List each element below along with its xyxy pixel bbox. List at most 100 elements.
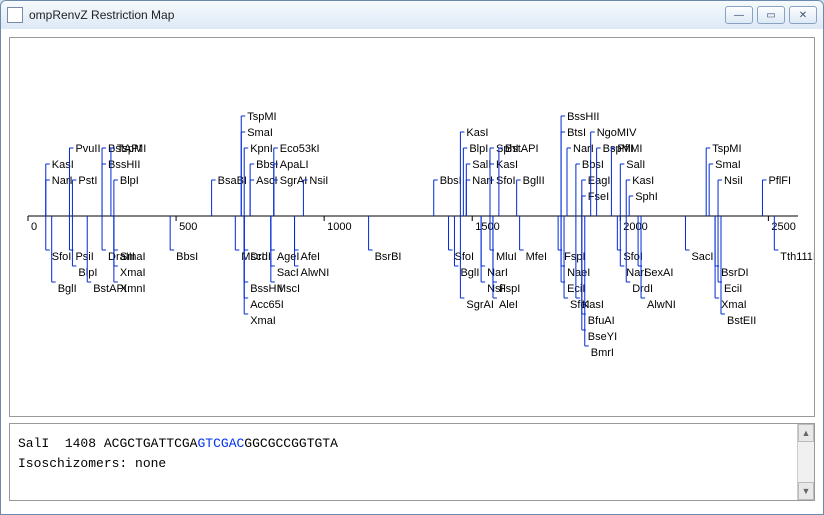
svg-text:XmaI: XmaI xyxy=(721,299,747,311)
svg-text:BsaBI: BsaBI xyxy=(218,175,247,187)
restriction-map-panel[interactable]: 05001000150020002500KasINarIPvuIIPstIBst… xyxy=(9,37,815,417)
info-text: SalI 1408 ACGCTGATTCGAGTCGACGGCGCCGGTGTA… xyxy=(10,424,797,500)
svg-text:SexAI: SexAI xyxy=(644,267,673,279)
svg-text:XmnI: XmnI xyxy=(120,283,146,295)
svg-text:DrdI: DrdI xyxy=(632,283,653,295)
svg-text:BseYI: BseYI xyxy=(588,331,617,343)
svg-text:SgrAI: SgrAI xyxy=(466,299,494,311)
svg-text:PflFI: PflFI xyxy=(768,175,791,187)
svg-text:BssHII: BssHII xyxy=(567,111,599,123)
svg-text:KasI: KasI xyxy=(466,127,488,139)
svg-text:500: 500 xyxy=(179,221,197,233)
scroll-down-icon[interactable]: ▼ xyxy=(798,482,814,500)
svg-text:DrdI: DrdI xyxy=(250,251,271,263)
iso-value: none xyxy=(135,456,166,471)
svg-text:SacII: SacII xyxy=(691,251,716,263)
window-title: ompRenvZ Restriction Map xyxy=(29,8,721,22)
svg-text:ApaLI: ApaLI xyxy=(280,159,309,171)
svg-text:Tth111I: Tth111I xyxy=(780,251,814,263)
svg-text:BsrDI: BsrDI xyxy=(721,267,749,279)
svg-text:NgoMIV: NgoMIV xyxy=(597,127,637,139)
svg-text:BssHII: BssHII xyxy=(108,159,140,171)
svg-text:AscI: AscI xyxy=(256,175,277,187)
svg-text:BbsI: BbsI xyxy=(176,251,198,263)
svg-text:MscI: MscI xyxy=(277,283,300,295)
info-panel: SalI 1408 ACGCTGATTCGAGTCGACGGCGCCGGTGTA… xyxy=(9,423,815,501)
svg-text:FspI: FspI xyxy=(564,251,585,263)
svg-text:BstAPI: BstAPI xyxy=(505,143,539,155)
svg-text:TspMI: TspMI xyxy=(117,143,146,155)
svg-text:EagI: EagI xyxy=(588,175,611,187)
seq-site: GTCGAC xyxy=(197,436,244,451)
svg-text:BmrI: BmrI xyxy=(591,347,614,359)
svg-text:BglI: BglI xyxy=(460,267,479,279)
svg-text:BfuAI: BfuAI xyxy=(588,315,615,327)
svg-text:KpnI: KpnI xyxy=(250,143,273,155)
svg-text:2500: 2500 xyxy=(771,221,795,233)
svg-text:MfeI: MfeI xyxy=(526,251,547,263)
svg-text:SmaI: SmaI xyxy=(247,127,273,139)
info-scrollbar[interactable]: ▲ ▼ xyxy=(797,424,814,500)
svg-text:SfoI: SfoI xyxy=(52,251,72,263)
svg-text:2000: 2000 xyxy=(623,221,647,233)
svg-text:MluI: MluI xyxy=(496,251,517,263)
window: ompRenvZ Restriction Map — ▭ ✕ 050010001… xyxy=(0,0,824,515)
seq-pre: ACGCTGATTCGA xyxy=(104,436,198,451)
svg-text:SfoI: SfoI xyxy=(455,251,475,263)
svg-text:BlpI: BlpI xyxy=(120,175,139,187)
svg-text:AleI: AleI xyxy=(499,299,518,311)
svg-text:BlpI: BlpI xyxy=(469,143,488,155)
svg-text:BbsI: BbsI xyxy=(582,159,604,171)
svg-text:BsrBI: BsrBI xyxy=(375,251,402,263)
svg-text:AlwNI: AlwNI xyxy=(647,299,676,311)
svg-text:BbsI: BbsI xyxy=(256,159,278,171)
seq-post: GGCGCCGGTGTA xyxy=(244,436,338,451)
svg-text:BglII: BglII xyxy=(523,175,545,187)
svg-text:TspMI: TspMI xyxy=(247,111,276,123)
svg-text:SalI: SalI xyxy=(472,159,491,171)
svg-text:NaeI: NaeI xyxy=(567,267,590,279)
svg-text:TspMI: TspMI xyxy=(712,143,741,155)
sel-enzyme: SalI xyxy=(18,436,49,451)
svg-text:0: 0 xyxy=(31,221,37,233)
svg-text:PstI: PstI xyxy=(78,175,97,187)
svg-text:NsiI: NsiI xyxy=(724,175,743,187)
svg-text:BtsI: BtsI xyxy=(567,127,586,139)
maximize-button[interactable]: ▭ xyxy=(757,6,785,24)
svg-text:NarI: NarI xyxy=(487,267,508,279)
svg-text:PflMI: PflMI xyxy=(617,143,642,155)
svg-text:BlpI: BlpI xyxy=(78,267,97,279)
restriction-map[interactable]: 05001000150020002500KasINarIPvuIIPstIBst… xyxy=(10,38,814,416)
titlebar[interactable]: ompRenvZ Restriction Map — ▭ ✕ xyxy=(1,1,823,30)
scroll-up-icon[interactable]: ▲ xyxy=(798,424,814,442)
svg-text:BstEII: BstEII xyxy=(727,315,756,327)
svg-text:PvuII: PvuII xyxy=(75,143,100,155)
svg-text:BbsI: BbsI xyxy=(440,175,462,187)
svg-text:BglI: BglI xyxy=(58,283,77,295)
svg-text:1500: 1500 xyxy=(475,221,499,233)
svg-text:SphI: SphI xyxy=(635,191,658,203)
content-area: 05001000150020002500KasINarIPvuIIPstIBst… xyxy=(1,29,823,514)
svg-text:KasI: KasI xyxy=(52,159,74,171)
svg-text:AgeI: AgeI xyxy=(277,251,300,263)
svg-text:SmaI: SmaI xyxy=(120,251,146,263)
svg-text:AfeI: AfeI xyxy=(301,251,321,263)
close-button[interactable]: ✕ xyxy=(789,6,817,24)
svg-text:XmaI: XmaI xyxy=(250,315,276,327)
iso-label: Isoschizomers: xyxy=(18,456,135,471)
svg-text:FspI: FspI xyxy=(499,283,520,295)
svg-text:SacI: SacI xyxy=(277,267,299,279)
svg-text:SmaI: SmaI xyxy=(715,159,741,171)
app-icon xyxy=(7,7,23,23)
svg-text:EciI: EciI xyxy=(724,283,742,295)
sel-position: 1408 xyxy=(65,436,96,451)
svg-text:Acc65I: Acc65I xyxy=(250,299,284,311)
svg-text:KasI: KasI xyxy=(632,175,654,187)
scroll-track[interactable] xyxy=(798,442,814,482)
svg-text:SalI: SalI xyxy=(626,159,645,171)
svg-text:AlwNI: AlwNI xyxy=(301,267,330,279)
svg-text:Eco53kI: Eco53kI xyxy=(280,143,320,155)
svg-text:NsiI: NsiI xyxy=(309,175,328,187)
minimize-button[interactable]: — xyxy=(725,6,753,24)
svg-text:XmaI: XmaI xyxy=(120,267,146,279)
